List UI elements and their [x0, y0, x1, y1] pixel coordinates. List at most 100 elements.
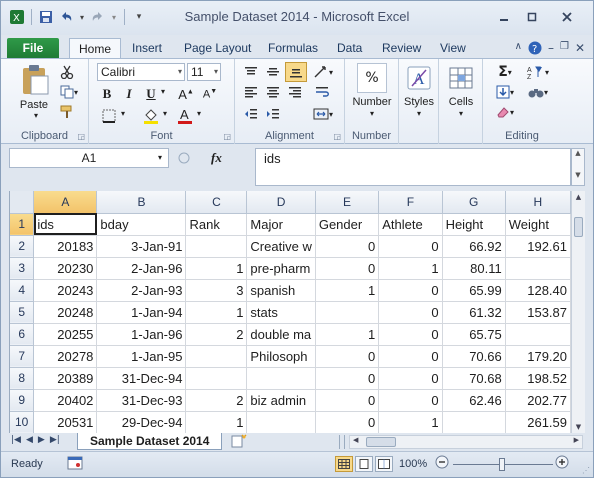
- cell-h5[interactable]: 153.87: [505, 301, 571, 324]
- cell-b3[interactable]: 2-Jan-96: [96, 257, 187, 280]
- cell-f8[interactable]: 0: [378, 367, 443, 390]
- last-sheet-icon[interactable]: ▶|: [50, 435, 60, 445]
- decrease-indent-button[interactable]: [241, 105, 261, 123]
- clear-dropdown-icon[interactable]: ▾: [510, 108, 514, 117]
- restore-button[interactable]: [519, 7, 545, 27]
- column-header-f[interactable]: F: [378, 191, 443, 214]
- align-right-button[interactable]: [285, 83, 305, 101]
- cell-a3[interactable]: 20230: [33, 257, 98, 280]
- cell-e9[interactable]: 0: [315, 389, 380, 412]
- formula-expand-down-icon[interactable]: ▼: [572, 171, 584, 179]
- cell-g5[interactable]: 61.32: [442, 301, 506, 324]
- clear-button[interactable]: ▾: [491, 103, 519, 121]
- fill-color-button[interactable]: [141, 105, 161, 127]
- horizontal-scrollbar[interactable]: ◀ ▶: [349, 435, 583, 449]
- cell-a7[interactable]: 20278: [33, 345, 98, 368]
- ribbon-minimize-window-icon[interactable]: –: [548, 41, 554, 58]
- cell-g4[interactable]: 65.99: [442, 279, 506, 302]
- vertical-scroll-thumb[interactable]: [574, 217, 583, 237]
- cell-e7[interactable]: 0: [315, 345, 380, 368]
- ribbon-restore-window-icon[interactable]: ❐: [560, 41, 569, 58]
- cell-h2[interactable]: 192.61: [505, 235, 571, 258]
- increase-indent-button[interactable]: [263, 105, 283, 123]
- cell-b8[interactable]: 31-Dec-94: [96, 367, 187, 390]
- name-box[interactable]: A1 ▾: [9, 148, 169, 168]
- cell-f3[interactable]: 1: [378, 257, 443, 280]
- wrap-text-button[interactable]: [311, 83, 335, 101]
- zoom-slider-thumb[interactable]: [499, 458, 505, 471]
- cell-f4[interactable]: 0: [378, 279, 443, 302]
- alignment-launcher-icon[interactable]: ◲: [333, 132, 341, 141]
- find-select-button[interactable]: ▾: [523, 83, 553, 101]
- number-format-button[interactable]: %: [357, 63, 387, 93]
- horizontal-scroll-thumb[interactable]: [366, 437, 396, 447]
- cell-f1[interactable]: Athlete: [378, 213, 443, 236]
- column-header-h[interactable]: H: [505, 191, 571, 214]
- name-box-dropdown-icon[interactable]: ▾: [158, 149, 162, 167]
- cell-a4[interactable]: 20243: [33, 279, 98, 302]
- tab-data[interactable]: Data: [328, 38, 371, 59]
- cell-c9[interactable]: 2: [185, 389, 248, 412]
- cell-c10[interactable]: 1: [185, 411, 248, 433]
- align-left-button[interactable]: [241, 83, 261, 101]
- orientation-button[interactable]: ▾: [311, 63, 335, 81]
- styles-dropdown-icon[interactable]: ▾: [414, 109, 424, 118]
- formula-bar-grip-icon[interactable]: [177, 151, 191, 165]
- bold-button[interactable]: B: [99, 85, 115, 103]
- italic-button[interactable]: I: [121, 85, 137, 103]
- paste-dropdown-icon[interactable]: ▾: [31, 111, 41, 120]
- fill-button[interactable]: ▾: [491, 83, 519, 101]
- cell-e4[interactable]: 1: [315, 279, 380, 302]
- cell-b2[interactable]: 3-Jan-91: [96, 235, 187, 258]
- row-header[interactable]: 6: [10, 323, 35, 346]
- cell-c6[interactable]: 2: [185, 323, 248, 346]
- cell-g3[interactable]: 80.11: [442, 257, 506, 280]
- cell-h9[interactable]: 202.77: [505, 389, 571, 412]
- close-button[interactable]: [547, 7, 587, 27]
- underline-button[interactable]: U: [143, 85, 159, 103]
- align-center-button[interactable]: [263, 83, 283, 101]
- cell-e5[interactable]: [315, 301, 380, 324]
- cell-e1[interactable]: Gender: [315, 213, 380, 236]
- clipboard-launcher-icon[interactable]: ◲: [77, 132, 85, 141]
- merge-center-button[interactable]: ▾: [311, 105, 335, 123]
- ribbon-close-workbook-icon[interactable]: ✕: [575, 41, 585, 58]
- font-size-combobox[interactable]: 11 ▾: [187, 63, 221, 81]
- format-painter-button[interactable]: [57, 103, 77, 121]
- cell-f6[interactable]: 0: [378, 323, 443, 346]
- cell-d1[interactable]: Major: [246, 213, 316, 236]
- cell-a8[interactable]: 20389: [33, 367, 98, 390]
- cell-b10[interactable]: 29-Dec-94: [96, 411, 187, 433]
- cell-c5[interactable]: 1: [185, 301, 248, 324]
- cell-b1[interactable]: bday: [96, 213, 187, 236]
- scroll-up-icon[interactable]: ▲: [572, 193, 585, 201]
- font-color-button[interactable]: A: [175, 105, 195, 127]
- cell-h6[interactable]: [505, 323, 571, 346]
- cell-a6[interactable]: 20255: [33, 323, 98, 346]
- cell-d5[interactable]: stats: [246, 301, 316, 324]
- cell-b5[interactable]: 1-Jan-94: [96, 301, 187, 324]
- find-dropdown-icon[interactable]: ▾: [544, 88, 548, 97]
- tab-insert[interactable]: Insert: [123, 38, 171, 59]
- cell-e10[interactable]: 0: [315, 411, 380, 433]
- cell-g1[interactable]: Height: [442, 213, 506, 236]
- fill-color-dropdown-icon[interactable]: ▾: [161, 109, 169, 118]
- align-middle-button[interactable]: [263, 63, 283, 81]
- copy-dropdown-icon[interactable]: ▾: [74, 88, 78, 97]
- help-icon[interactable]: ?: [528, 41, 542, 58]
- borders-dropdown-icon[interactable]: ▾: [119, 109, 127, 118]
- increase-font-button[interactable]: A▲: [177, 85, 195, 103]
- column-header-e[interactable]: E: [315, 191, 380, 214]
- zoom-out-button[interactable]: [435, 455, 449, 472]
- align-top-button[interactable]: [241, 63, 261, 81]
- insert-function-button[interactable]: fx: [211, 150, 222, 166]
- autosum-dropdown-icon[interactable]: ▾: [508, 68, 512, 77]
- cell-f2[interactable]: 0: [378, 235, 443, 258]
- cell-e3[interactable]: 0: [315, 257, 380, 280]
- vertical-scrollbar[interactable]: ▲ ▼: [571, 191, 585, 433]
- cell-d4[interactable]: spanish: [246, 279, 316, 302]
- resize-grip-icon[interactable]: ⋰: [582, 466, 590, 475]
- cell-g6[interactable]: 65.75: [442, 323, 506, 346]
- row-header[interactable]: 10: [10, 411, 35, 433]
- column-header-a[interactable]: A: [33, 191, 98, 214]
